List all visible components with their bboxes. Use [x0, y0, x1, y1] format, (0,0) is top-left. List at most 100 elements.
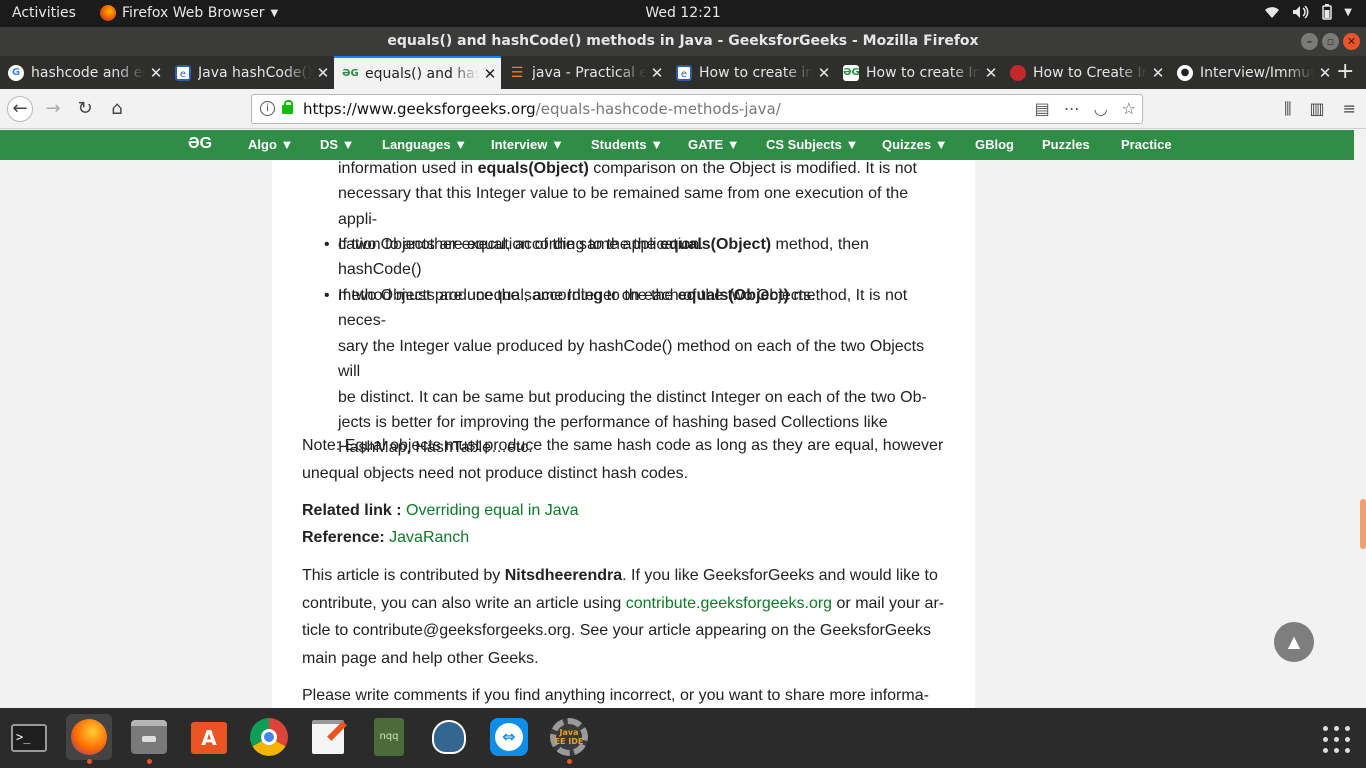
nqq-icon[interactable]: nqq — [366, 714, 412, 760]
tab-interview-immutable[interactable]: ● Interview/Immutable ✕ — [1169, 56, 1336, 89]
lock-icon[interactable] — [282, 100, 293, 114]
reader-view-icon[interactable]: ▤ — [1035, 99, 1050, 118]
close-tab-icon[interactable]: ✕ — [980, 64, 1002, 82]
nav-ds[interactable]: DS ▼ — [320, 137, 355, 152]
tab-java-practical[interactable]: ☰ java - Practical example ✕ — [501, 56, 668, 89]
list-item-line: If two Objects are equal, according to t… — [338, 232, 950, 283]
chevron-down-icon: ▼ — [270, 7, 279, 19]
doc-icon: e — [676, 64, 692, 81]
reference-label: Reference: — [302, 529, 390, 546]
nav-languages[interactable]: Languages ▼ — [382, 137, 467, 152]
contribute-link[interactable]: contribute.geeksforgeeks.org — [626, 595, 832, 612]
clock[interactable]: Wed 12:21 — [645, 5, 720, 21]
page-viewport[interactable]: information used in equals(Object) compa… — [0, 160, 1354, 708]
tab-equals-hashcode[interactable]: ƏG equals() and hashCode() ✕ — [334, 56, 501, 89]
sidebar-icon[interactable]: ▥ — [1309, 99, 1324, 119]
close-tab-icon[interactable]: ✕ — [813, 64, 835, 82]
running-indicator — [147, 759, 152, 764]
google-icon: G — [8, 64, 24, 81]
files-icon[interactable] — [126, 714, 172, 764]
text: If two Objects are equal, according to t… — [338, 236, 660, 253]
volume-icon — [1293, 5, 1309, 19]
nav-quizzes[interactable]: Quizzes ▼ — [882, 137, 948, 152]
tab-java-hashcode[interactable]: e Java hashCode() ✕ — [167, 56, 334, 89]
nav-cs-subjects[interactable]: CS Subjects ▼ — [766, 137, 858, 152]
reload-button[interactable]: ↻ — [72, 96, 98, 122]
home-button[interactable]: ⌂ — [104, 96, 130, 122]
back-button[interactable]: ← — [7, 96, 33, 122]
toolbar-right: ⫼ ▥ ≡ — [1284, 99, 1356, 119]
close-tab-icon[interactable]: ✕ — [479, 65, 501, 83]
teamviewer-icon[interactable]: ⇔ — [486, 714, 532, 760]
close-tab-icon[interactable]: ✕ — [1314, 64, 1336, 82]
back-to-top-button[interactable]: ▲ — [1274, 622, 1314, 662]
gfg-logo[interactable]: ƏG — [188, 135, 212, 153]
github-icon: ● — [1177, 64, 1193, 81]
contrib-line: ticle to contribute@geeksforgeeks.org. S… — [302, 622, 932, 639]
note-line: Note: Equal objects must produce the sam… — [302, 437, 944, 454]
close-tab-icon[interactable]: ✕ — [1147, 64, 1169, 82]
running-indicator — [567, 759, 572, 764]
tab-label: Java hashCode() — [198, 64, 312, 81]
nav-practice[interactable]: Practice — [1121, 137, 1172, 152]
nav-gate[interactable]: GATE ▼ — [688, 137, 740, 152]
tab-how-to-create-1[interactable]: e How to create immutable ✕ — [668, 56, 835, 89]
close-tab-icon[interactable]: ✕ — [646, 64, 668, 82]
new-tab-button[interactable]: + — [1336, 59, 1354, 84]
library-icon[interactable]: ⫼ — [1284, 99, 1291, 119]
close-window-button[interactable]: ✕ — [1343, 33, 1360, 50]
text-editor-icon[interactable] — [306, 714, 352, 760]
java-ee-ide-icon[interactable]: Java EE IDE — [546, 714, 592, 764]
app-menu[interactable]: Firefox Web Browser ▼ — [100, 5, 278, 21]
text: . If you like GeeksforGeeks and would li… — [622, 567, 938, 584]
chevron-down-icon: ▼ — [1344, 6, 1352, 18]
article-content: information used in equals(Object) compa… — [272, 160, 975, 708]
window-title: equals() and hashCode() methods in Java … — [387, 33, 979, 49]
nav-puzzles[interactable]: Puzzles — [1042, 137, 1090, 152]
address-bar[interactable]: i https://www.geeksforgeeks.org/equals-h… — [251, 94, 1143, 124]
chrome-icon[interactable] — [246, 714, 292, 760]
system-tray[interactable]: ▼ — [1264, 4, 1352, 20]
page-actions-icon[interactable]: ⋯ — [1064, 99, 1080, 118]
firefox-icon[interactable] — [66, 714, 112, 764]
pocket-icon[interactable]: ◡ — [1094, 99, 1108, 118]
close-tab-icon[interactable]: ✕ — [145, 64, 167, 82]
gfg-icon: ƏG — [843, 64, 860, 81]
nav-students[interactable]: Students ▼ — [591, 137, 663, 152]
text: If two Objects are unequal, according to… — [338, 287, 678, 304]
text: contribute, you can also write an articl… — [302, 594, 626, 612]
battery-icon — [1322, 4, 1333, 20]
minimize-button[interactable]: – — [1301, 33, 1318, 50]
page-scrollbar[interactable] — [1354, 130, 1366, 708]
list-item-line: If two Objects are unequal, according to… — [338, 283, 950, 334]
note-line: unequal objects need not produce distinc… — [302, 464, 689, 482]
tab-how-to-create-2[interactable]: ƏG How to create Immutable ✕ — [835, 56, 1002, 89]
bullet-icon: • — [324, 236, 330, 253]
app-menu-label: Firefox Web Browser — [122, 5, 265, 21]
forward-button[interactable]: → — [40, 96, 66, 122]
maximize-button[interactable]: ▫ — [1322, 33, 1339, 50]
software-center-icon[interactable]: A — [186, 714, 232, 760]
terminal-icon[interactable]: >_ — [6, 714, 52, 760]
nav-algo[interactable]: Algo ▼ — [248, 137, 293, 152]
scrollbar-thumb[interactable] — [1360, 499, 1366, 549]
hamburger-menu-icon[interactable]: ≡ — [1343, 99, 1356, 119]
tab-hashcode-and-equals[interactable]: G hashcode and equals ✕ — [0, 56, 167, 89]
nav-gblog[interactable]: GBlog — [975, 137, 1014, 152]
nav-interview[interactable]: Interview ▼ — [491, 137, 564, 152]
reference-link[interactable]: JavaRanch — [389, 529, 469, 546]
tab-how-to-create-3[interactable]: How to Create Immutable ✕ — [1002, 56, 1169, 89]
tab-label: hashcode and equals — [31, 64, 145, 81]
bookmark-star-icon[interactable]: ☆ — [1122, 99, 1136, 118]
show-applications-icon[interactable] — [1323, 726, 1351, 754]
pgadmin-icon[interactable] — [426, 714, 472, 760]
gfg-icon: ƏG — [342, 67, 359, 79]
related-link[interactable]: Overriding equal in Java — [406, 502, 579, 519]
list-item-line: be distinct. It can be same but producin… — [338, 388, 927, 406]
window-title-bar[interactable]: equals() and hashCode() methods in Java … — [0, 27, 1366, 56]
url-text[interactable]: https://www.geeksforgeeks.org/equals-has… — [303, 100, 781, 118]
close-tab-icon[interactable]: ✕ — [312, 64, 334, 82]
info-icon[interactable]: i — [260, 101, 275, 116]
url-path: /equals-hashcode-methods-java/ — [535, 100, 781, 118]
activities-button[interactable]: Activities — [12, 5, 76, 21]
